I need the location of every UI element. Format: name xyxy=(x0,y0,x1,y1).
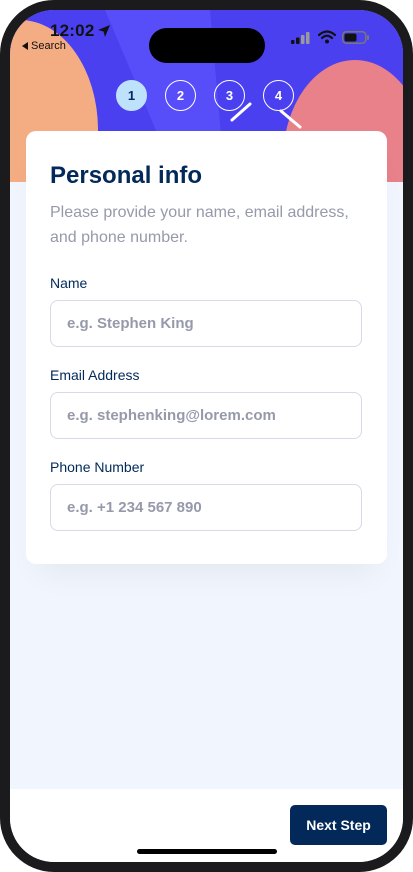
step-2[interactable]: 2 xyxy=(165,80,196,111)
back-label: Search xyxy=(31,40,66,52)
phone-input[interactable] xyxy=(50,484,362,531)
next-step-button[interactable]: Next Step xyxy=(290,805,387,845)
email-label: Email Address xyxy=(50,367,140,383)
status-time: 12:02 xyxy=(50,21,95,40)
step-1[interactable]: 1 xyxy=(116,80,147,111)
wifi-icon xyxy=(318,30,336,44)
back-to-search-link[interactable]: Search xyxy=(22,40,66,52)
phone-frame: 12:02 Search 1 2 3 4 Personal info Pleas… xyxy=(0,0,413,872)
battery-icon xyxy=(342,31,369,44)
form-subtitle: Please provide your name, email address,… xyxy=(50,204,349,246)
name-label: Name xyxy=(50,275,88,291)
phone-label: Phone Number xyxy=(50,459,145,475)
email-input[interactable] xyxy=(50,392,362,439)
name-input[interactable] xyxy=(50,300,362,347)
form-title: Personal info xyxy=(50,162,203,189)
back-arrow-icon xyxy=(22,42,28,50)
step-4[interactable]: 4 xyxy=(263,80,294,111)
step-3[interactable]: 3 xyxy=(214,80,245,111)
home-indicator[interactable] xyxy=(137,849,277,854)
screen: 12:02 Search 1 2 3 4 Personal info Pleas… xyxy=(10,10,403,862)
cellular-signal-icon xyxy=(291,32,310,44)
dynamic-island xyxy=(149,28,265,63)
location-arrow-icon xyxy=(98,25,110,37)
personal-info-card: Personal info Please provide your name, … xyxy=(26,131,387,564)
